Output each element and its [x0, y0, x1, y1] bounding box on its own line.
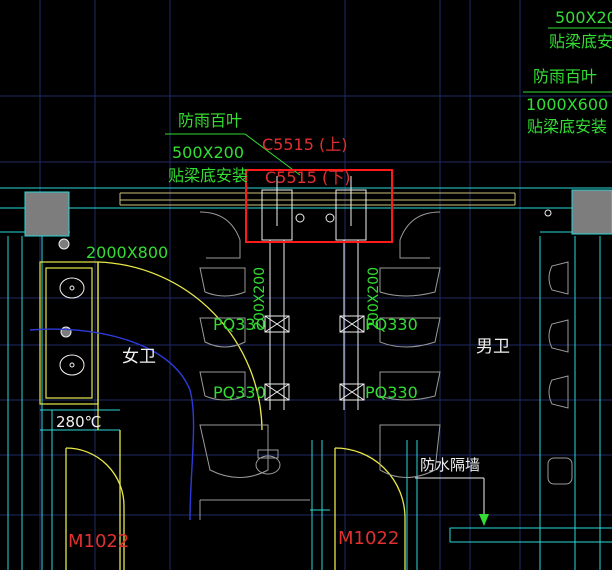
window-size: 2000X800 [86, 243, 168, 262]
cad-drawing-canvas[interactable]: 500X20 贴梁底安 防雨百叶 1000X600 贴梁底安装 防雨百叶 500… [0, 0, 612, 570]
waterproof-leader [415, 477, 485, 520]
door-mid-label: M1022 [338, 528, 399, 549]
washbasin-icon [59, 277, 85, 376]
structural-columns [24, 189, 612, 237]
toilet-stalls [199, 211, 441, 520]
door-left-label: M1022 [68, 531, 129, 552]
temperature-mark: 280℃ [56, 413, 101, 431]
mens-room-label: 男卫 [476, 337, 510, 357]
column-right [571, 189, 612, 235]
womens-room-label: 女卫 [122, 347, 156, 367]
right-louver-size: 1000X600 [526, 95, 608, 114]
left-louver-note: 贴梁底安装 [168, 166, 248, 185]
top-right-note: 贴梁底安 [549, 32, 612, 51]
waterproof-wall-label: 防水隔墙 [420, 456, 480, 474]
pipe-label-4: PQ330 [365, 383, 418, 402]
urinal-icon [547, 261, 573, 485]
right-louver-title: 防雨百叶 [533, 67, 597, 86]
column-left [24, 191, 70, 237]
right-louver-note: 贴梁底安装 [527, 117, 607, 136]
duct-label-right: 200X200 [366, 267, 382, 330]
vertical-ducts [261, 176, 367, 410]
top-right-size: 500X20 [555, 8, 612, 27]
left-louver-title: 防雨百叶 [178, 111, 242, 130]
fan-upper-label: C5515 (上) [262, 135, 347, 154]
arrow-down-icon [479, 514, 489, 526]
left-louver-size: 500X200 [172, 143, 244, 162]
wall-valve-icons [58, 238, 72, 338]
blue-pipe [29, 328, 195, 521]
main-duct [119, 192, 516, 206]
pipe-label-3: PQ330 [213, 383, 266, 402]
door-swings [65, 261, 406, 570]
fan-lower-label: C5515 (下) [265, 168, 350, 187]
duct-label-left: 200X200 [252, 267, 268, 330]
